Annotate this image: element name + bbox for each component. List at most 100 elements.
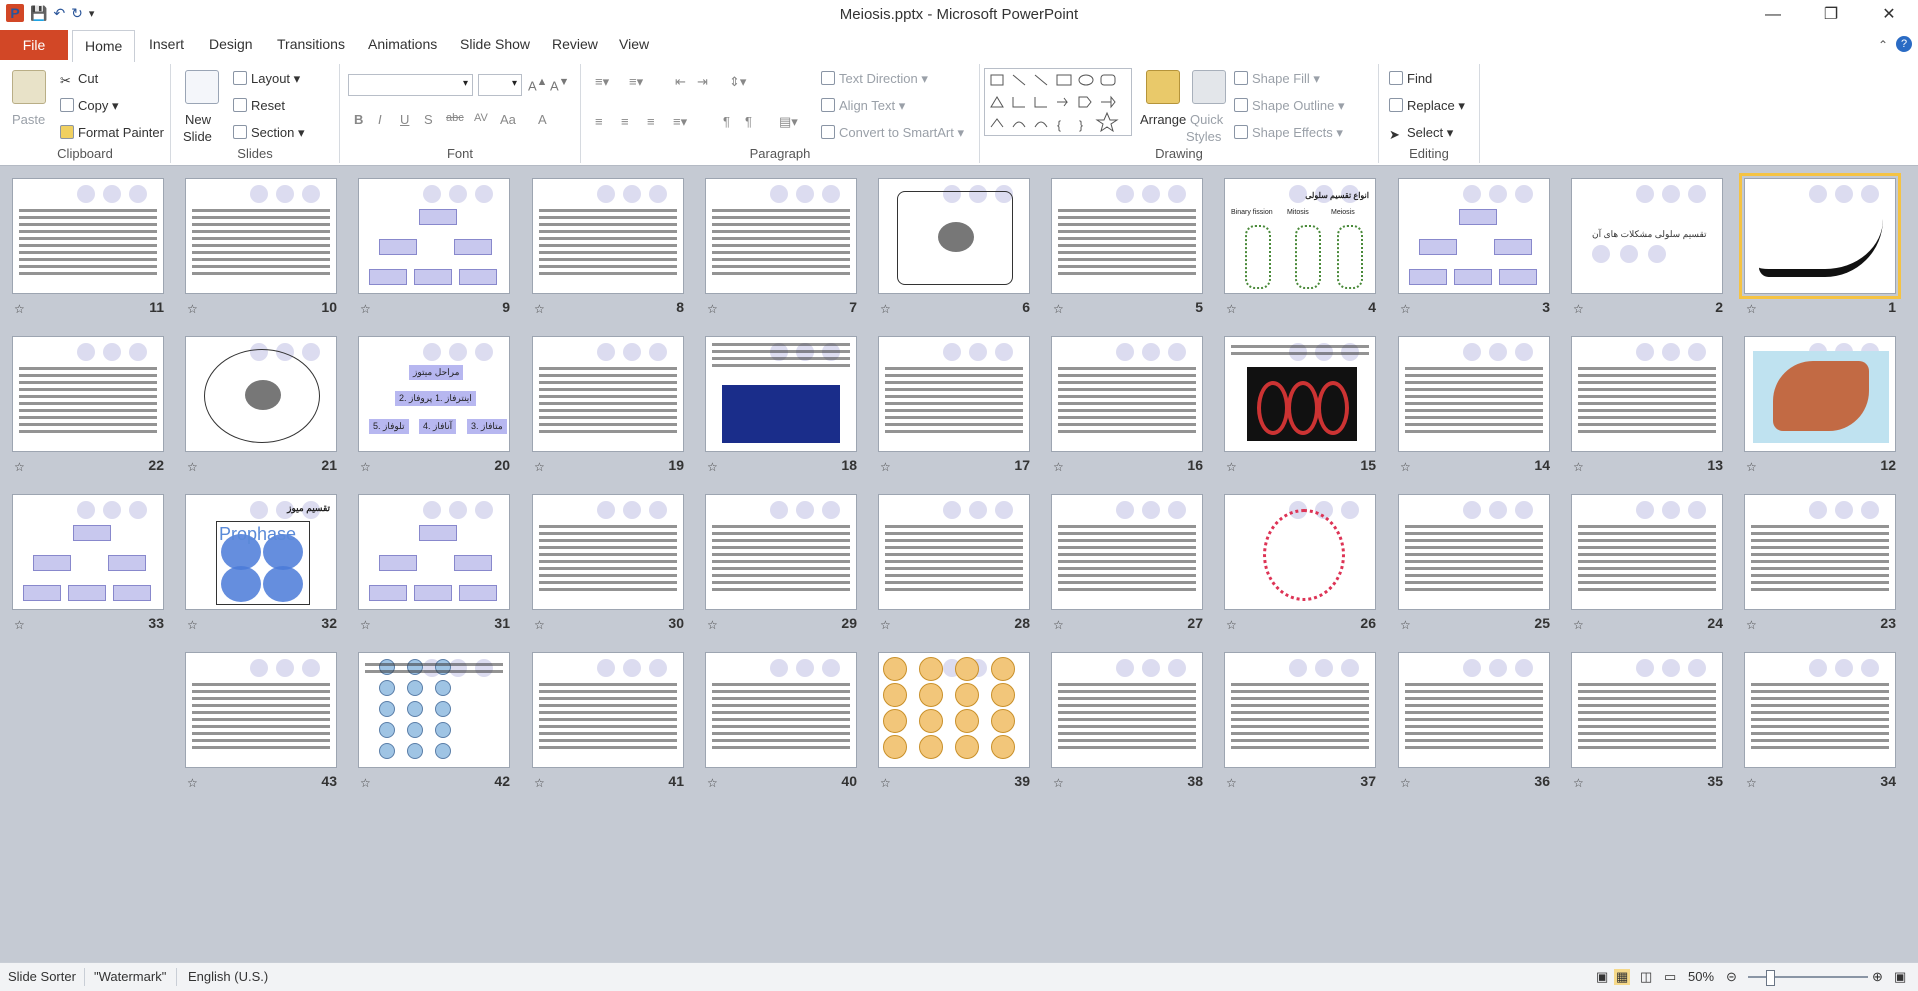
zoom-slider-thumb[interactable] — [1766, 970, 1775, 986]
transition-star-icon[interactable]: ☆ — [1746, 776, 1757, 790]
bold-icon[interactable]: B — [354, 112, 363, 127]
format-painter-button[interactable]: Format Painter — [60, 125, 164, 140]
slide-thumbnail[interactable] — [705, 494, 857, 610]
transition-star-icon[interactable]: ☆ — [360, 460, 371, 474]
tab-design[interactable]: Design — [209, 36, 253, 52]
slide-thumbnail[interactable] — [185, 336, 337, 452]
transition-star-icon[interactable]: ☆ — [1053, 460, 1064, 474]
transition-star-icon[interactable]: ☆ — [1746, 618, 1757, 632]
text-direction-button[interactable]: Text Direction ▾ — [821, 71, 928, 87]
shadow-icon[interactable]: S — [424, 112, 433, 127]
select-button[interactable]: ➤ Select ▾ — [1389, 125, 1453, 142]
transition-star-icon[interactable]: ☆ — [534, 776, 545, 790]
transition-star-icon[interactable]: ☆ — [880, 302, 891, 316]
paste-icon[interactable] — [12, 70, 46, 104]
slide-thumbnail[interactable] — [705, 178, 857, 294]
font-color-icon[interactable]: A — [538, 112, 547, 127]
strikethrough-icon[interactable]: abc — [446, 112, 464, 124]
find-button[interactable]: Find — [1389, 71, 1432, 86]
slide-thumbnail[interactable] — [185, 652, 337, 768]
transition-star-icon[interactable]: ☆ — [14, 302, 25, 316]
slide-thumbnail[interactable] — [1051, 336, 1203, 452]
ltr-icon[interactable]: ¶ — [723, 114, 730, 129]
slide-thumbnail[interactable] — [1398, 494, 1550, 610]
transition-star-icon[interactable]: ☆ — [360, 776, 371, 790]
tab-animations[interactable]: Animations — [368, 36, 437, 52]
transition-star-icon[interactable]: ☆ — [707, 302, 718, 316]
quick-styles-button-line2[interactable]: Styles — [1186, 129, 1221, 144]
quick-styles-icon[interactable] — [1192, 70, 1226, 104]
slide-thumbnail[interactable] — [1398, 652, 1550, 768]
shape-fill-button[interactable]: Shape Fill ▾ — [1234, 71, 1320, 87]
transition-star-icon[interactable]: ☆ — [1746, 302, 1757, 316]
transition-star-icon[interactable]: ☆ — [187, 302, 198, 316]
transition-star-icon[interactable]: ☆ — [187, 460, 198, 474]
shape-effects-button[interactable]: Shape Effects ▾ — [1234, 125, 1343, 141]
font-name-dropdown[interactable]: ▾ — [348, 74, 473, 96]
character-spacing-icon[interactable]: AV — [474, 112, 488, 124]
slide-thumbnail[interactable] — [878, 336, 1030, 452]
copy-button[interactable]: Copy ▾ — [60, 98, 119, 114]
tab-review[interactable]: Review — [552, 36, 598, 52]
increase-indent-icon[interactable]: ⇥ — [697, 74, 708, 90]
slide-thumbnail[interactable] — [12, 336, 164, 452]
slide-thumbnail[interactable] — [1224, 336, 1376, 452]
transition-star-icon[interactable]: ☆ — [1400, 776, 1411, 790]
justify-icon[interactable]: ≡▾ — [673, 114, 687, 130]
slide-thumbnail[interactable] — [705, 652, 857, 768]
arrange-icon[interactable] — [1146, 70, 1180, 104]
layout-button[interactable]: Layout ▾ — [233, 71, 300, 87]
transition-star-icon[interactable]: ☆ — [1053, 776, 1064, 790]
transition-star-icon[interactable]: ☆ — [1053, 618, 1064, 632]
slide-thumbnail[interactable] — [1571, 652, 1723, 768]
normal-view-icon[interactable]: ▣ — [1596, 969, 1608, 985]
transition-star-icon[interactable]: ☆ — [1400, 460, 1411, 474]
transition-star-icon[interactable]: ☆ — [1573, 302, 1584, 316]
grow-font-icon[interactable]: A▲ — [528, 76, 547, 93]
slide-thumbnail[interactable] — [705, 336, 857, 452]
decrease-indent-icon[interactable]: ⇤ — [675, 74, 686, 90]
slide-thumbnail[interactable] — [1051, 178, 1203, 294]
tab-home[interactable]: Home — [72, 30, 136, 63]
slide-sorter-view-icon[interactable]: ▦ — [1614, 969, 1631, 985]
theme-name[interactable]: "Watermark" — [94, 969, 166, 984]
slide-thumbnail[interactable]: انواع تقسیم سلولی Binary fission Mitosis Me… — [1224, 178, 1376, 294]
align-right-icon[interactable]: ≡ — [647, 114, 655, 129]
help-icon[interactable]: ? — [1896, 36, 1912, 52]
transition-star-icon[interactable]: ☆ — [1226, 302, 1237, 316]
font-size-dropdown[interactable]: ▾ — [478, 74, 522, 96]
align-text-button[interactable]: Align Text ▾ — [821, 98, 905, 114]
transition-star-icon[interactable]: ☆ — [1226, 618, 1237, 632]
rtl-icon[interactable]: ¶ — [745, 114, 752, 129]
shapes-gallery[interactable]: { } — [984, 68, 1132, 136]
zoom-out-icon[interactable]: ⊝ — [1726, 969, 1737, 985]
transition-star-icon[interactable]: ☆ — [187, 618, 198, 632]
transition-star-icon[interactable]: ☆ — [360, 302, 371, 316]
transition-star-icon[interactable]: ☆ — [1053, 302, 1064, 316]
slide-thumbnail[interactable] — [878, 178, 1030, 294]
tab-file[interactable]: File — [0, 30, 68, 60]
slide-thumbnail[interactable] — [185, 178, 337, 294]
transition-star-icon[interactable]: ☆ — [1400, 302, 1411, 316]
slide-thumbnail[interactable]: تقسیم سلولی مشکلات های آن — [1571, 178, 1723, 294]
transition-star-icon[interactable]: ☆ — [1573, 776, 1584, 790]
shape-outline-button[interactable]: Shape Outline ▾ — [1234, 98, 1345, 114]
fit-to-window-icon[interactable]: ▣ — [1894, 969, 1906, 985]
section-button[interactable]: Section ▾ — [233, 125, 305, 141]
slide-thumbnail[interactable] — [878, 652, 1030, 768]
slide-show-view-icon[interactable]: ▭ — [1664, 969, 1676, 985]
convert-smartart-button[interactable]: Convert to SmartArt ▾ — [821, 125, 964, 141]
slide-thumbnail[interactable] — [358, 178, 510, 294]
transition-star-icon[interactable]: ☆ — [707, 776, 718, 790]
slide-thumbnail[interactable] — [358, 652, 510, 768]
slide-thumbnail[interactable]: مراحل میتوز 1. اینترفاز 2. پروفاز 3. متافاز… — [358, 336, 510, 452]
transition-star-icon[interactable]: ☆ — [1746, 460, 1757, 474]
transition-star-icon[interactable]: ☆ — [880, 776, 891, 790]
transition-star-icon[interactable]: ☆ — [14, 460, 25, 474]
slide-thumbnail[interactable] — [1739, 173, 1901, 299]
line-spacing-icon[interactable]: ⇕▾ — [729, 74, 746, 90]
transition-star-icon[interactable]: ☆ — [1573, 618, 1584, 632]
slide-sorter-pane[interactable]: 1 ☆ تقسیم سلولی مشکلات های آن 2 ☆ 3 ☆ انواع تقس… — [0, 166, 1918, 954]
transition-star-icon[interactable]: ☆ — [187, 776, 198, 790]
slide-thumbnail[interactable]: تقسیم میوز Prophase — [185, 494, 337, 610]
